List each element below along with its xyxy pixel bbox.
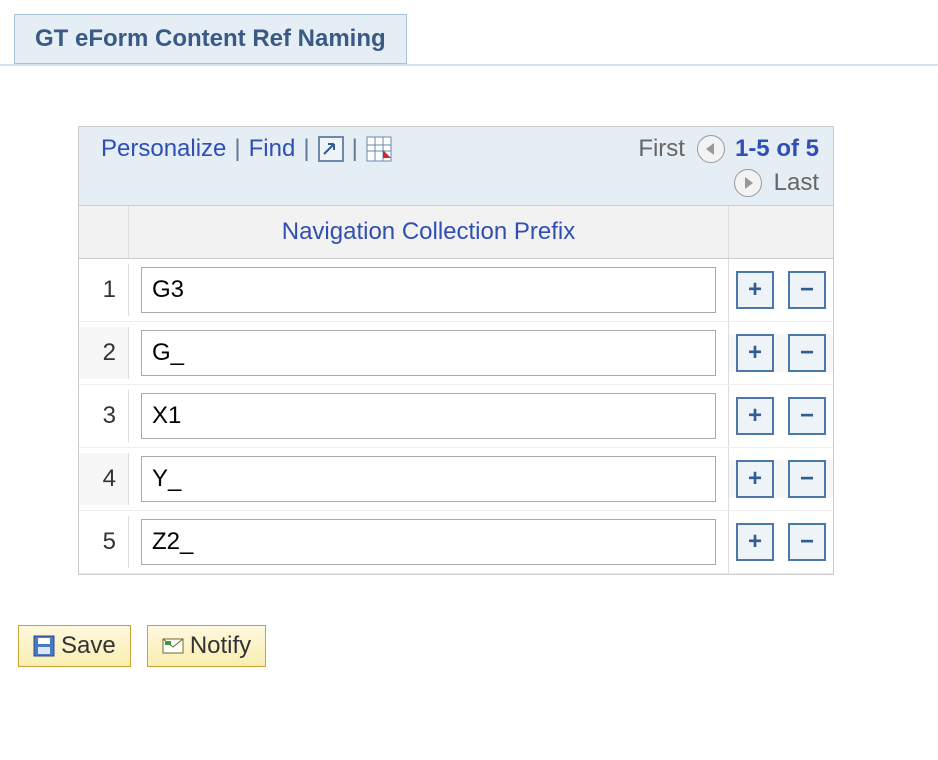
grid-header-prefix[interactable]: Navigation Collection Prefix [129, 206, 729, 258]
grid-header-row: Navigation Collection Prefix [79, 206, 833, 259]
separator: | [226, 135, 248, 163]
grid-range-label: 1-5 of 5 [735, 135, 819, 163]
grid-find-link[interactable]: Find [249, 135, 296, 163]
prefix-input[interactable] [141, 456, 716, 502]
grid-toolbar: Personalize | Find | | First 1-5 of 5 La… [79, 127, 833, 206]
download-icon[interactable] [366, 136, 392, 162]
zoom-icon[interactable] [318, 136, 344, 162]
delete-row-button[interactable]: − [788, 397, 826, 435]
tab-bar: GT eForm Content Ref Naming [0, 0, 938, 66]
prefix-input[interactable] [141, 519, 716, 565]
grid-first-label: First [638, 135, 685, 163]
table-row: 2 +− [79, 322, 833, 385]
notify-button-label: Notify [190, 632, 251, 660]
separator: | [344, 135, 366, 163]
delete-row-button[interactable]: − [788, 460, 826, 498]
add-row-button[interactable]: + [736, 523, 774, 561]
prefix-input[interactable] [141, 330, 716, 376]
prefix-input[interactable] [141, 393, 716, 439]
add-row-button[interactable]: + [736, 460, 774, 498]
notify-icon [162, 635, 184, 657]
grid-next-button[interactable] [734, 169, 762, 197]
grid-prev-button[interactable] [697, 135, 725, 163]
grid-last-label: Last [774, 169, 819, 197]
table-row: 3 +− [79, 385, 833, 448]
tab-content-ref-naming[interactable]: GT eForm Content Ref Naming [14, 14, 407, 64]
grid-header-num [79, 206, 129, 258]
table-row: 1 +− [79, 259, 833, 322]
add-row-button[interactable]: + [736, 334, 774, 372]
notify-button[interactable]: Notify [147, 625, 266, 667]
row-number: 3 [79, 390, 129, 442]
table-row: 5 +− [79, 511, 833, 574]
delete-row-button[interactable]: − [788, 523, 826, 561]
save-button[interactable]: Save [18, 625, 131, 667]
footer-bar: Save Notify [18, 625, 938, 667]
save-button-label: Save [61, 632, 116, 660]
row-number: 4 [79, 453, 129, 505]
add-row-button[interactable]: + [736, 397, 774, 435]
table-row: 4 +− [79, 448, 833, 511]
separator: | [295, 135, 317, 163]
row-number: 1 [79, 264, 129, 316]
row-number: 2 [79, 327, 129, 379]
grid-header-del [781, 206, 833, 258]
save-icon [33, 635, 55, 657]
add-row-button[interactable]: + [736, 271, 774, 309]
grid-personalize-link[interactable]: Personalize [101, 135, 226, 163]
prefix-input[interactable] [141, 267, 716, 313]
delete-row-button[interactable]: − [788, 334, 826, 372]
grid-header-add [729, 206, 781, 258]
delete-row-button[interactable]: − [788, 271, 826, 309]
nav-prefix-grid: Personalize | Find | | First 1-5 of 5 La… [78, 126, 834, 575]
row-number: 5 [79, 516, 129, 568]
